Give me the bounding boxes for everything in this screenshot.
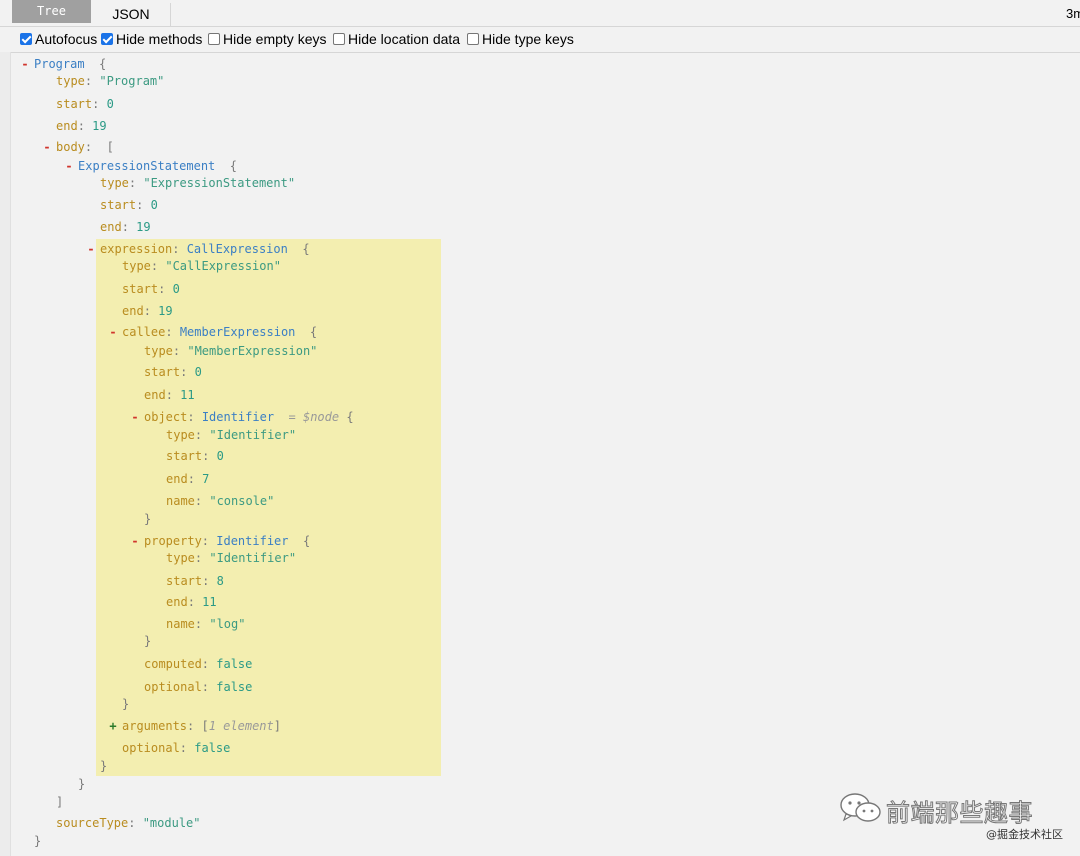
call-optional: optional: false [122, 741, 231, 755]
hide-empty-keys-checkbox[interactable] [208, 33, 220, 45]
body-close-bracket: ] [56, 795, 64, 809]
exprstmt-close-brace: } [78, 777, 86, 791]
object-start: start: 0 [166, 449, 224, 463]
left-gutter [0, 52, 11, 856]
hide-type-keys-checkbox[interactable] [467, 33, 479, 45]
call-start: start: 0 [122, 282, 180, 296]
tab-bar: Tree JSON 3m [0, 0, 1080, 27]
member-optional: optional: false [144, 680, 253, 694]
call-type: type: "CallExpression" [122, 259, 281, 273]
collapse-program-toggle[interactable]: - [20, 57, 30, 71]
collapse-callee-toggle[interactable]: - [108, 325, 118, 339]
option-hide-empty-keys[interactable]: Hide empty keys [208, 31, 326, 47]
wechat-icon [840, 793, 881, 822]
property-name: name: "log" [166, 617, 246, 631]
option-hide-type-keys[interactable]: Hide type keys [467, 31, 574, 47]
node-expression[interactable]: expression: CallExpression { [100, 241, 310, 257]
exprstmt-start: start: 0 [100, 198, 158, 212]
watermark-subtitle: @掘金技术社区 [986, 828, 1063, 841]
watermark: 前端那些趣事 @掘金技术社区 [838, 790, 1078, 852]
collapse-expression-toggle[interactable]: - [86, 242, 96, 256]
object-type: type: "Identifier" [166, 428, 297, 442]
collapse-body-toggle[interactable]: - [42, 140, 52, 154]
member-start: start: 0 [144, 365, 202, 379]
program-start: start: 0 [56, 97, 114, 111]
program-close-brace: } [34, 834, 42, 848]
expand-arguments-toggle[interactable]: + [108, 719, 118, 733]
callee-close-brace: } [122, 697, 130, 711]
node-callee[interactable]: callee: MemberExpression { [122, 324, 317, 340]
program-end: end: 19 [56, 119, 107, 133]
object-end: end: 7 [166, 472, 210, 486]
node-body[interactable]: body: [ [56, 139, 114, 155]
object-close-brace: } [144, 512, 152, 526]
node-object[interactable]: object: Identifier = $node { [144, 409, 354, 425]
call-end: end: 19 [122, 304, 173, 318]
node-property[interactable]: property: Identifier { [144, 533, 310, 549]
options-bar: Autofocus Hide methods Hide empty keys H… [0, 27, 1080, 53]
member-end: end: 11 [144, 388, 195, 402]
hide-location-data-checkbox[interactable] [333, 33, 345, 45]
object-name: name: "console" [166, 494, 275, 508]
property-close-brace: } [144, 634, 152, 648]
option-hide-location-data[interactable]: Hide location data [333, 31, 460, 47]
node-arguments[interactable]: arguments: [1 element] [122, 718, 281, 734]
autofocus-checkbox[interactable] [20, 33, 32, 45]
collapse-object-toggle[interactable]: - [130, 410, 140, 424]
tab-tree[interactable]: Tree [12, 0, 91, 23]
exprstmt-end: end: 19 [100, 220, 151, 234]
node-program[interactable]: Program { [34, 56, 106, 72]
member-type: type: "MemberExpression" [144, 344, 318, 358]
property-start: start: 8 [166, 574, 224, 588]
property-type: type: "Identifier" [166, 551, 297, 565]
option-hide-methods[interactable]: Hide methods [101, 31, 202, 47]
property-end: end: 11 [166, 595, 217, 609]
collapse-expressionstatement-toggle[interactable]: - [64, 159, 74, 173]
hide-methods-checkbox[interactable] [101, 33, 113, 45]
node-expressionstatement[interactable]: ExpressionStatement { [78, 158, 237, 174]
program-type: type: "Program" [56, 74, 165, 88]
tab-json[interactable]: JSON [92, 3, 171, 26]
collapse-property-toggle[interactable]: - [130, 534, 140, 548]
member-computed: computed: false [144, 657, 253, 671]
exprstmt-type: type: "ExpressionStatement" [100, 176, 296, 190]
watermark-title: 前端那些趣事 [886, 799, 1034, 828]
option-autofocus[interactable]: Autofocus [20, 31, 97, 47]
program-sourcetype: sourceType: "module" [56, 816, 201, 830]
parse-time: 3m [1066, 6, 1080, 21]
expression-close-brace: } [100, 759, 108, 773]
